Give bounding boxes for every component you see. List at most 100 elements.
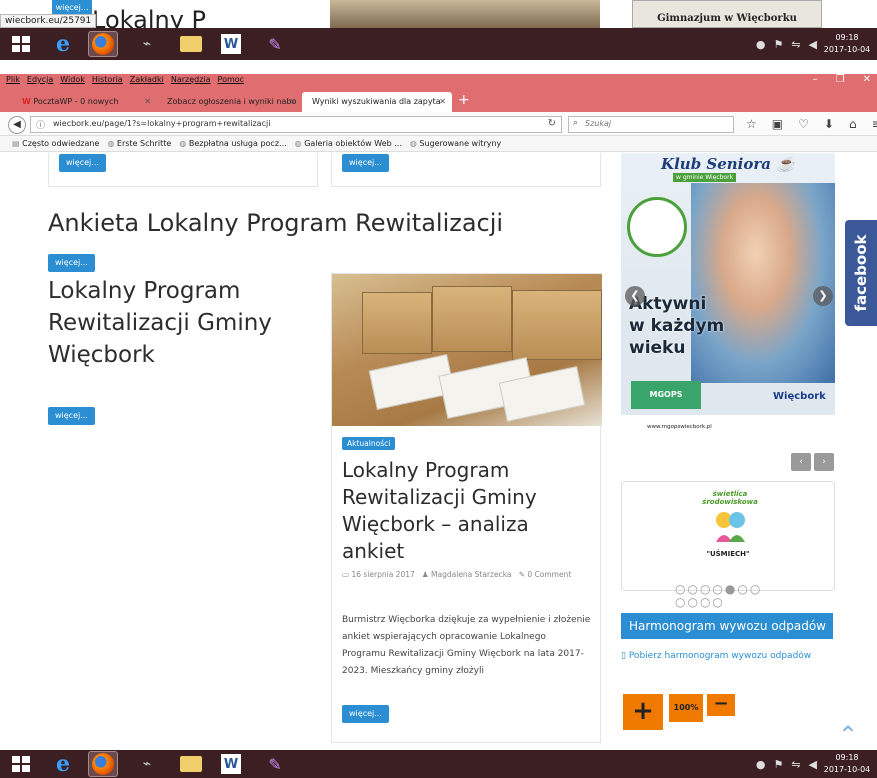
windows-start-icon[interactable] xyxy=(12,36,30,52)
internet-explorer-icon[interactable]: e xyxy=(48,751,78,777)
gimnazjum-banner[interactable]: Gimnazjum w Więcborku xyxy=(632,0,822,28)
flag-icon[interactable]: ⚑ xyxy=(773,38,783,51)
tab-ogloszenia[interactable]: Zobacz ogłoszenia i wyniki nabo ✕ xyxy=(157,92,302,112)
menu-bookmarks[interactable]: Zakładki xyxy=(130,75,164,84)
klub-slogan: Aktywni w każdym wieku xyxy=(629,294,725,358)
article-excerpt: Burmistrz Więcborka dziękuje za wypełnie… xyxy=(342,615,591,676)
reading-list-icon[interactable]: ▣ xyxy=(772,117,783,131)
klub-seniora-banner[interactable]: Klub Seniora ☕ w gminie Więcbork Aktywni… xyxy=(621,153,835,443)
result-title[interactable]: Ankieta Lokalny Program Rewitalizacji xyxy=(48,209,503,237)
menu-help[interactable]: Pomoc xyxy=(218,75,245,84)
clock[interactable]: 09:18 2017-10-04 xyxy=(821,32,873,56)
tab-close-icon[interactable]: ✕ xyxy=(289,92,296,112)
tab-poczta[interactable]: W PocztaWP - 0 nowych ✕ xyxy=(12,92,157,112)
klub-subtitle: w gminie Więcbork xyxy=(673,173,737,182)
more-button[interactable]: więcej... xyxy=(342,705,389,723)
network-icon[interactable]: ⇋ xyxy=(791,758,800,771)
paint-icon[interactable]: ✎ xyxy=(260,31,290,57)
bookmark-bezplatna[interactable]: ◍ Bezpłatna usługa pocz... xyxy=(179,136,286,151)
slider-next-icon[interactable]: ❯ xyxy=(813,286,833,306)
bookmark-erste[interactable]: ◍ Erste Schritte xyxy=(107,136,171,151)
ballot-box xyxy=(432,286,512,352)
file-explorer-icon[interactable] xyxy=(176,751,206,777)
file-explorer-icon[interactable] xyxy=(176,31,206,57)
tab-close-icon[interactable]: ✕ xyxy=(144,92,151,112)
network-icon[interactable]: ⇋ xyxy=(791,38,800,51)
firefox-icon[interactable] xyxy=(88,751,118,777)
document-icon: ▯ xyxy=(621,651,626,661)
address-bar[interactable]: ⓘ wiecbork.eu/page/1?s=lokalny+program+r… xyxy=(30,116,562,133)
harmonogram-link[interactable]: ▯ Pobierz harmonogram wywozu odpadów xyxy=(621,651,811,661)
zoom-out-button[interactable]: − xyxy=(707,694,735,716)
klub-url: www.mgopswiecbork.pl xyxy=(647,424,712,430)
close-icon[interactable]: ✕ xyxy=(863,74,871,85)
slider-prev-icon[interactable]: ❮ xyxy=(625,286,645,306)
category-badge[interactable]: Aktualności xyxy=(342,437,396,450)
facebook-tab[interactable]: facebook xyxy=(845,220,877,326)
result-title[interactable]: Lokalny Program Rewitalizacji Gminy Więc… xyxy=(48,275,318,371)
tab-close-icon[interactable]: ✕ xyxy=(439,92,446,112)
klub-badge-logo xyxy=(627,197,687,257)
word-icon[interactable]: W xyxy=(216,31,246,57)
tray-app-icon[interactable]: ● xyxy=(756,38,766,51)
search-input[interactable] xyxy=(585,119,725,128)
menu-tools[interactable]: Narzędzia xyxy=(171,75,211,84)
more-button[interactable]: więcej... xyxy=(48,254,95,272)
scroll-to-top-icon[interactable]: ⌃ xyxy=(838,721,858,749)
globe-icon: ◍ xyxy=(294,139,302,148)
zoom-level[interactable]: 100% xyxy=(669,694,703,722)
windows-start-icon[interactable] xyxy=(12,756,30,772)
tab-wyniki[interactable]: Wyniki wyszukiwania dla zapyta ✕ xyxy=(302,92,452,112)
wiecbork-logo: Więcbork xyxy=(773,391,826,402)
home-icon[interactable]: ⌂ xyxy=(849,117,857,131)
clock[interactable]: 09:18 2017-10-04 xyxy=(821,752,873,776)
article-photo[interactable] xyxy=(332,274,602,426)
paint-icon[interactable]: ✎ xyxy=(260,751,290,777)
word-icon[interactable]: W xyxy=(216,751,246,777)
internet-explorer-icon[interactable]: e xyxy=(48,31,78,57)
bookmark-galeria[interactable]: ◍ Galeria obiektów Web ... xyxy=(295,136,402,151)
article-card: Aktualności Lokalny Program Rewitalizacj… xyxy=(331,273,602,743)
mouse-app-icon[interactable]: ⌁ xyxy=(132,31,162,57)
flag-icon[interactable]: ⚑ xyxy=(773,758,783,771)
more-button[interactable]: więcej... xyxy=(59,154,106,172)
swietlica-name: "UŚMIECH" xyxy=(706,550,750,558)
menu-edit[interactable]: Edycja xyxy=(27,75,53,84)
more-button[interactable]: więcej... xyxy=(342,154,389,172)
article-title[interactable]: Lokalny Program Rewitalizacji Gminy Więc… xyxy=(342,457,592,565)
zoom-in-button[interactable]: + xyxy=(623,694,663,730)
minimize-icon[interactable]: – xyxy=(813,74,818,85)
swietlica-banner[interactable]: świetlica środowiskowa "UŚMIECH" xyxy=(621,481,835,591)
firefox-icon[interactable] xyxy=(88,31,118,57)
back-arrow-icon[interactable]: ◀ xyxy=(8,116,26,134)
tray-app-icon[interactable]: ● xyxy=(756,758,766,771)
menu-view[interactable]: Widok xyxy=(60,75,85,84)
search-box[interactable]: ⌕ xyxy=(568,116,734,133)
pager-prev-icon[interactable]: ‹ xyxy=(791,453,811,471)
more-button[interactable]: więcej... xyxy=(48,407,95,425)
pocket-icon[interactable]: ♡ xyxy=(798,117,809,131)
pager-next-icon[interactable]: › xyxy=(814,453,834,471)
menu-history[interactable]: Historia xyxy=(92,75,123,84)
new-tab-icon[interactable]: + xyxy=(458,92,470,108)
article-comments[interactable]: 0 Comment xyxy=(527,570,571,579)
volume-icon[interactable]: ◀ xyxy=(809,758,817,771)
bookmark-czesto[interactable]: ▤ Często odwiedzane xyxy=(12,136,99,151)
download-icon[interactable]: ⬇ xyxy=(824,117,834,131)
menu-file[interactable]: Plik xyxy=(6,75,20,84)
hamburger-menu-icon[interactable]: ≡ xyxy=(872,117,877,131)
volume-icon[interactable]: ◀ xyxy=(809,38,817,51)
reload-icon[interactable]: ↻ xyxy=(548,118,556,129)
article-date[interactable]: 16 sierpnia 2017 xyxy=(351,570,414,579)
article-author[interactable]: Magdalena Starzecka xyxy=(431,570,511,579)
status-url-tooltip: wiecbork.eu/25791 xyxy=(0,14,97,28)
slider-dots[interactable]: ○○○○●○○ ○○○○ xyxy=(675,583,785,609)
bookmark-sugerowane[interactable]: ◍ Sugerowane witryny xyxy=(410,136,501,151)
restore-icon[interactable]: ❐ xyxy=(836,74,845,85)
cup-icon: ☕ xyxy=(776,155,795,173)
toolbar-icons: ☆ ▣ ♡ ⬇ ⌂ ≡ xyxy=(746,117,877,131)
mouse-app-icon[interactable]: ⌁ xyxy=(132,751,162,777)
bookmark-star-icon[interactable]: ☆ xyxy=(746,117,757,131)
globe-icon: ◍ xyxy=(409,139,417,148)
info-icon[interactable]: ⓘ xyxy=(36,118,45,131)
